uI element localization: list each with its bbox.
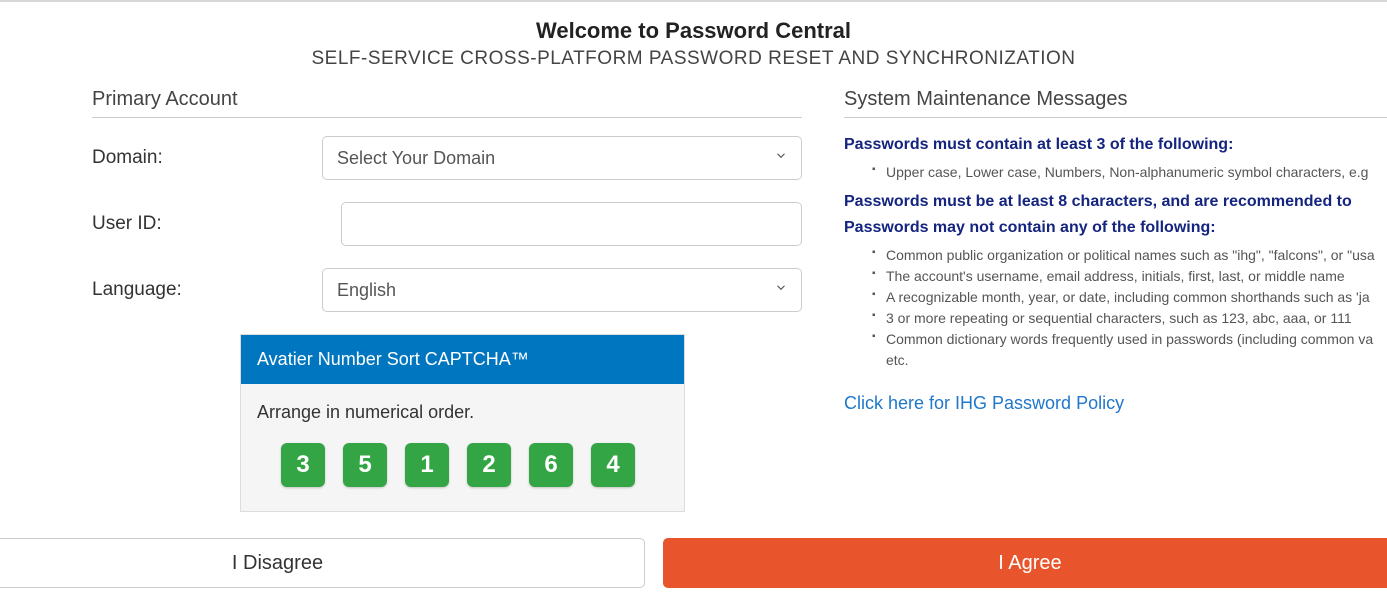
disagree-button[interactable]: I Disagree xyxy=(0,538,645,588)
captcha-tiles: 3 5 1 2 6 4 xyxy=(257,443,668,487)
password-policy-link[interactable]: Click here for IHG Password Policy xyxy=(844,393,1124,414)
rule-item: Common public organization or political … xyxy=(872,245,1387,266)
captcha-tile[interactable]: 6 xyxy=(529,443,573,487)
language-select[interactable]: English xyxy=(322,268,802,312)
domain-label: Domain: xyxy=(92,147,322,169)
userid-label: User ID: xyxy=(92,213,341,235)
rule-item: A recognizable month, year, or date, inc… xyxy=(872,287,1387,308)
page-subtitle: SELF-SERVICE CROSS-PLATFORM PASSWORD RES… xyxy=(0,48,1387,70)
userid-row: User ID: xyxy=(92,202,802,246)
rule-list-1: Upper case, Lower case, Numbers, Non-alp… xyxy=(844,162,1387,183)
captcha-tile[interactable]: 4 xyxy=(591,443,635,487)
primary-account-panel: Primary Account Domain: Select Your Doma… xyxy=(92,88,832,512)
page-header: Welcome to Password Central SELF-SERVICE… xyxy=(0,2,1387,78)
captcha-body: Arrange in numerical order. 3 5 1 2 6 4 xyxy=(241,384,684,511)
rule-item: Common dictionary words frequently used … xyxy=(872,329,1387,371)
captcha-tile[interactable]: 3 xyxy=(281,443,325,487)
userid-input[interactable] xyxy=(341,202,802,246)
language-row: Language: English xyxy=(92,268,802,312)
button-bar: I Disagree I Agree xyxy=(0,538,1387,588)
captcha-instruction: Arrange in numerical order. xyxy=(257,402,668,423)
domain-row: Domain: Select Your Domain xyxy=(92,136,802,180)
rule-title-2a: Passwords must be at least 8 characters,… xyxy=(844,193,1387,211)
agree-button[interactable]: I Agree xyxy=(663,538,1387,588)
content: Primary Account Domain: Select Your Doma… xyxy=(0,78,1387,512)
captcha-title: Avatier Number Sort CAPTCHA™ xyxy=(241,335,684,384)
rule-title-2b: Passwords may not contain any of the fol… xyxy=(844,219,1387,237)
rule-item: Upper case, Lower case, Numbers, Non-alp… xyxy=(872,162,1387,183)
captcha-tile[interactable]: 5 xyxy=(343,443,387,487)
captcha-tile[interactable]: 1 xyxy=(405,443,449,487)
primary-account-heading: Primary Account xyxy=(92,88,802,118)
rule-item: 3 or more repeating or sequential charac… xyxy=(872,308,1387,329)
captcha-box: Avatier Number Sort CAPTCHA™ Arrange in … xyxy=(240,334,685,512)
language-select-wrap: English xyxy=(322,268,802,312)
language-label: Language: xyxy=(92,279,322,301)
domain-select-wrap: Select Your Domain xyxy=(322,136,802,180)
domain-select[interactable]: Select Your Domain xyxy=(322,136,802,180)
rule-list-2: Common public organization or political … xyxy=(844,245,1387,371)
system-messages-heading: System Maintenance Messages xyxy=(844,88,1387,118)
rule-title-1: Passwords must contain at least 3 of the… xyxy=(844,136,1387,154)
system-messages-panel: System Maintenance Messages Passwords mu… xyxy=(832,88,1387,512)
page-title: Welcome to Password Central xyxy=(0,18,1387,44)
rule-item: The account's username, email address, i… xyxy=(872,266,1387,287)
captcha-tile[interactable]: 2 xyxy=(467,443,511,487)
